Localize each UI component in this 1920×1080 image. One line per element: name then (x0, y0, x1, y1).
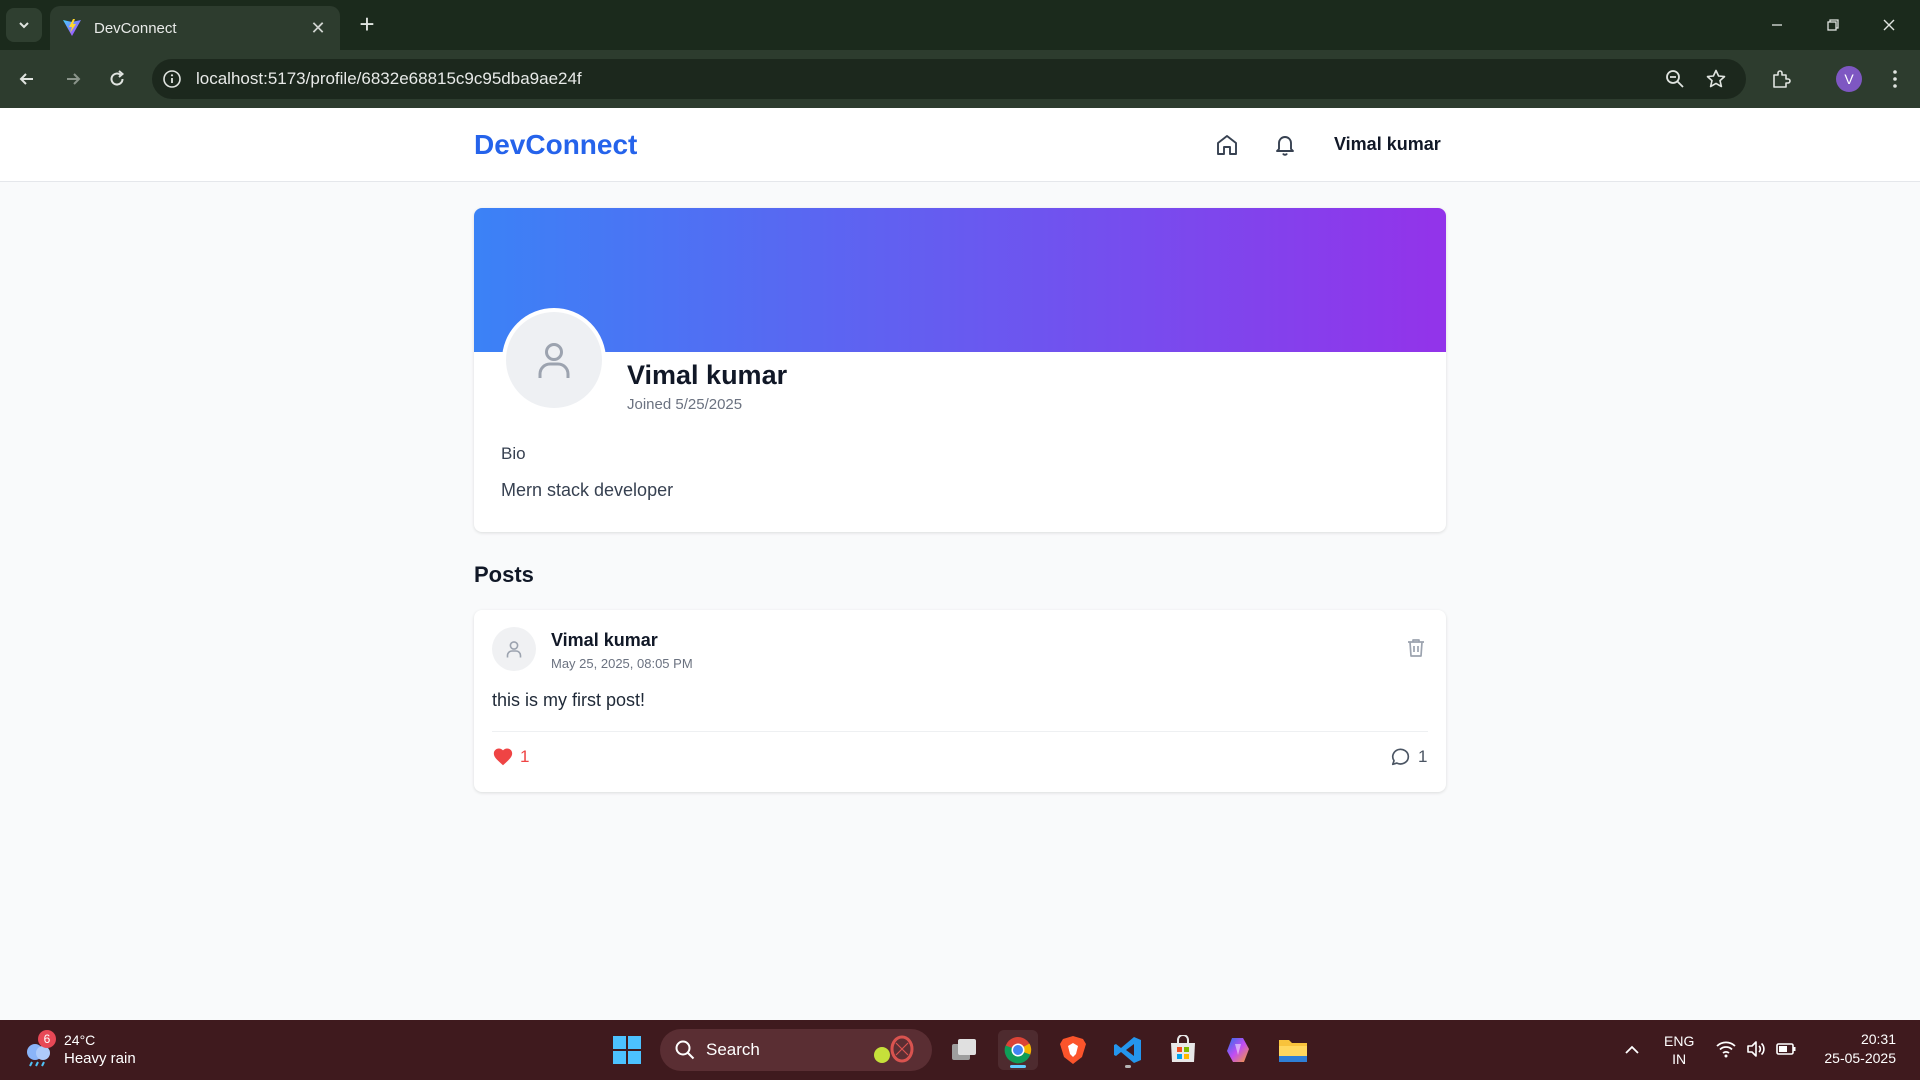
posts-heading: Posts (474, 562, 534, 587)
restore-icon[interactable] (1810, 8, 1856, 42)
search-label: Search (706, 1040, 760, 1059)
taskbar-search[interactable]: Search (660, 1029, 932, 1071)
url-text: localhost:5173/profile/6832e68815c9c95db… (196, 69, 582, 88)
bio-text: Mern stack developer (501, 480, 674, 500)
comment-count: 1 (1418, 747, 1428, 766)
wifi-icon[interactable] (1715, 1038, 1737, 1060)
lang-line2: IN (1672, 1051, 1687, 1067)
page: DevConnect Vimal kumar Vimal kumar Joine… (0, 108, 1920, 1020)
tab-list-button[interactable] (6, 8, 42, 42)
profile-card: Vimal kumar Joined 5/25/2025 Bio Mern st… (474, 208, 1446, 532)
trash-icon[interactable] (1404, 636, 1428, 660)
profile-name: Vimal kumar (627, 360, 788, 390)
tab-list-icon (19, 22, 29, 29)
battery-icon[interactable] (1775, 1038, 1797, 1060)
brave-icon[interactable] (1053, 1030, 1093, 1070)
weather-widget[interactable]: 6 24°C Heavy rain (20, 1028, 136, 1072)
volume-icon[interactable] (1745, 1038, 1767, 1060)
profile-cover (474, 208, 1446, 352)
reload-icon[interactable] (100, 62, 134, 96)
avatar (502, 308, 606, 412)
joined-date: Joined 5/25/2025 (627, 396, 743, 413)
post-date: May 25, 2025, 08:05 PM (551, 656, 693, 671)
browser-profile-avatar[interactable]: V (1836, 66, 1862, 92)
like-button[interactable]: 1 (492, 742, 529, 772)
forward-icon[interactable] (56, 62, 90, 96)
site-info-icon[interactable] (162, 69, 182, 89)
copilot-icon[interactable] (1218, 1030, 1258, 1070)
address-bar[interactable]: localhost:5173/profile/6832e68815c9c95db… (152, 59, 1746, 99)
weather-badge: 6 (38, 1030, 56, 1048)
post-card: Vimal kumar May 25, 2025, 08:05 PM this … (474, 610, 1446, 792)
minimize-icon[interactable] (1754, 8, 1800, 42)
clock-date: 25-05-2025 (1824, 1050, 1896, 1066)
extensions-icon[interactable] (1768, 66, 1794, 92)
language-indicator[interactable]: ENG IN (1664, 1032, 1694, 1068)
active-app-indicator (1010, 1065, 1026, 1068)
search-icon (675, 1040, 695, 1060)
chrome-icon[interactable] (998, 1030, 1038, 1070)
brand-logo[interactable]: DevConnect (474, 129, 637, 161)
system-clock[interactable]: 20:31 25-05-2025 (1810, 1030, 1896, 1068)
heart-icon (493, 748, 513, 766)
file-explorer-icon[interactable] (1273, 1030, 1313, 1070)
home-icon[interactable] (1214, 132, 1240, 158)
windows-start-icon[interactable] (607, 1030, 647, 1070)
clock-time: 20:31 (1860, 1031, 1896, 1047)
bell-icon[interactable] (1272, 132, 1298, 158)
header-username[interactable]: Vimal kumar (1334, 134, 1441, 155)
bio-label: Bio (501, 444, 526, 463)
comment-icon (1391, 748, 1410, 766)
site-header: DevConnect Vimal kumar (0, 108, 1920, 182)
weather-icon: 6 (20, 1030, 56, 1068)
user-icon (538, 343, 570, 378)
weather-temp: 24°C (64, 1032, 96, 1048)
window-close-icon[interactable] (1866, 8, 1912, 42)
post-content: this is my first post! (492, 690, 646, 710)
task-view-icon[interactable] (944, 1030, 984, 1070)
post-divider (492, 731, 1428, 732)
like-count: 1 (520, 747, 530, 766)
weather-desc: Heavy rain (64, 1050, 136, 1067)
store-icon[interactable] (1163, 1030, 1203, 1070)
taskbar: 6 24°C Heavy rain Search ENG IN 20:31 25… (0, 1020, 1920, 1080)
lang-line1: ENG (1664, 1033, 1695, 1049)
post-author[interactable]: Vimal kumar (551, 630, 658, 651)
browser-tab-bar: DevConnect ✕ + (0, 0, 1920, 50)
search-highlight-icon (874, 1035, 914, 1063)
comment-button[interactable]: 1 (1390, 742, 1427, 772)
running-app-indicator (1125, 1065, 1131, 1068)
post-avatar (492, 627, 536, 671)
zoom-icon[interactable] (1664, 68, 1686, 90)
browser-toolbar: localhost:5173/profile/6832e68815c9c95db… (0, 50, 1920, 108)
user-icon (506, 641, 522, 658)
plus-icon[interactable]: + (352, 10, 382, 40)
vscode-icon[interactable] (1108, 1030, 1148, 1070)
tab-title: DevConnect (94, 19, 177, 37)
close-icon[interactable]: ✕ (308, 18, 328, 39)
chevron-up-icon[interactable] (1620, 1038, 1644, 1062)
browser-tab[interactable]: DevConnect ✕ (50, 6, 340, 50)
bookmark-star-icon[interactable] (1705, 68, 1727, 90)
vite-favicon-icon (63, 19, 81, 36)
more-icon[interactable] (1882, 66, 1908, 92)
back-icon[interactable] (10, 62, 44, 96)
